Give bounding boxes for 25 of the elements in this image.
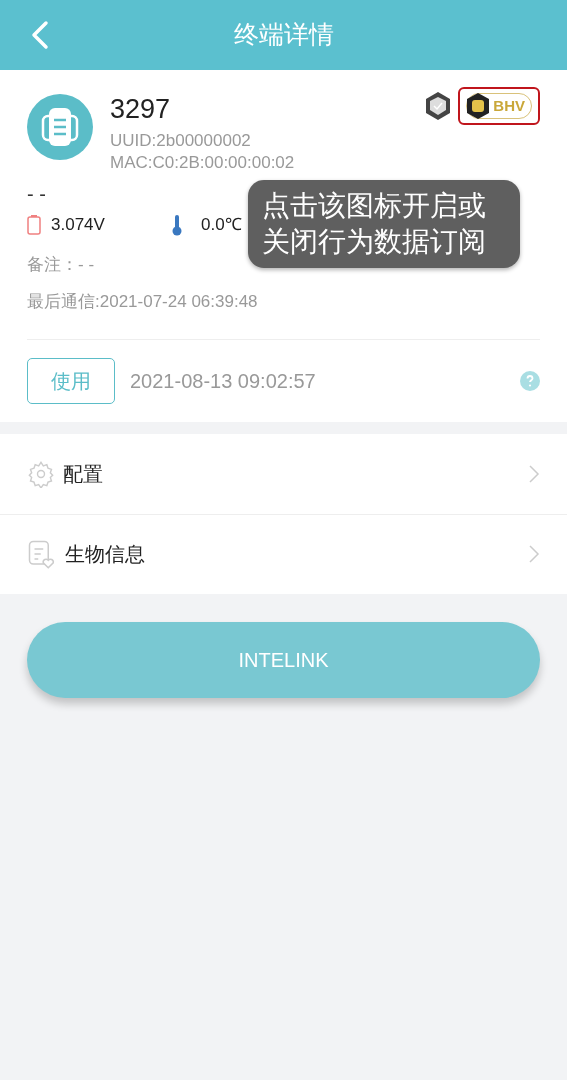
thermometer-icon [171, 213, 183, 236]
use-button[interactable]: 使用 [27, 357, 115, 404]
usage-time: 2021-08-13 09:02:57 [130, 368, 316, 394]
voltage-text: 3.074V [51, 214, 106, 236]
help-icon[interactable] [520, 370, 540, 391]
temperature-text: 0.0℃ [201, 214, 242, 236]
hexagon-icon [465, 92, 492, 120]
device-name: 3297 [110, 94, 172, 124]
menu-item[interactable]: 生物信息 [0, 513, 567, 594]
chevron-right-icon [528, 544, 540, 564]
battery-icon [27, 214, 41, 235]
tooltip: 点击该图标开启或关闭行为数据订阅 [248, 180, 520, 268]
device-icon [27, 94, 93, 160]
gear-icon [27, 459, 55, 488]
page-title: 终端详情 [233, 19, 334, 51]
document-heart-icon [27, 539, 57, 569]
status-text: - - [27, 182, 46, 206]
mac-text: MAC:C0:2B:00:00:00:02 [110, 152, 295, 174]
chevron-right-icon [528, 463, 540, 484]
note-text: 备注：- - [27, 253, 96, 276]
uuid-text: UUID:2b00000002 [110, 130, 252, 152]
last-contact-text: 最后通信:2021-07-24 06:39:48 [27, 289, 540, 340]
intelink-button[interactable]: INTELINK [27, 621, 540, 698]
menu-item[interactable]: 配置 [0, 433, 567, 514]
shield-icon[interactable] [424, 91, 453, 121]
